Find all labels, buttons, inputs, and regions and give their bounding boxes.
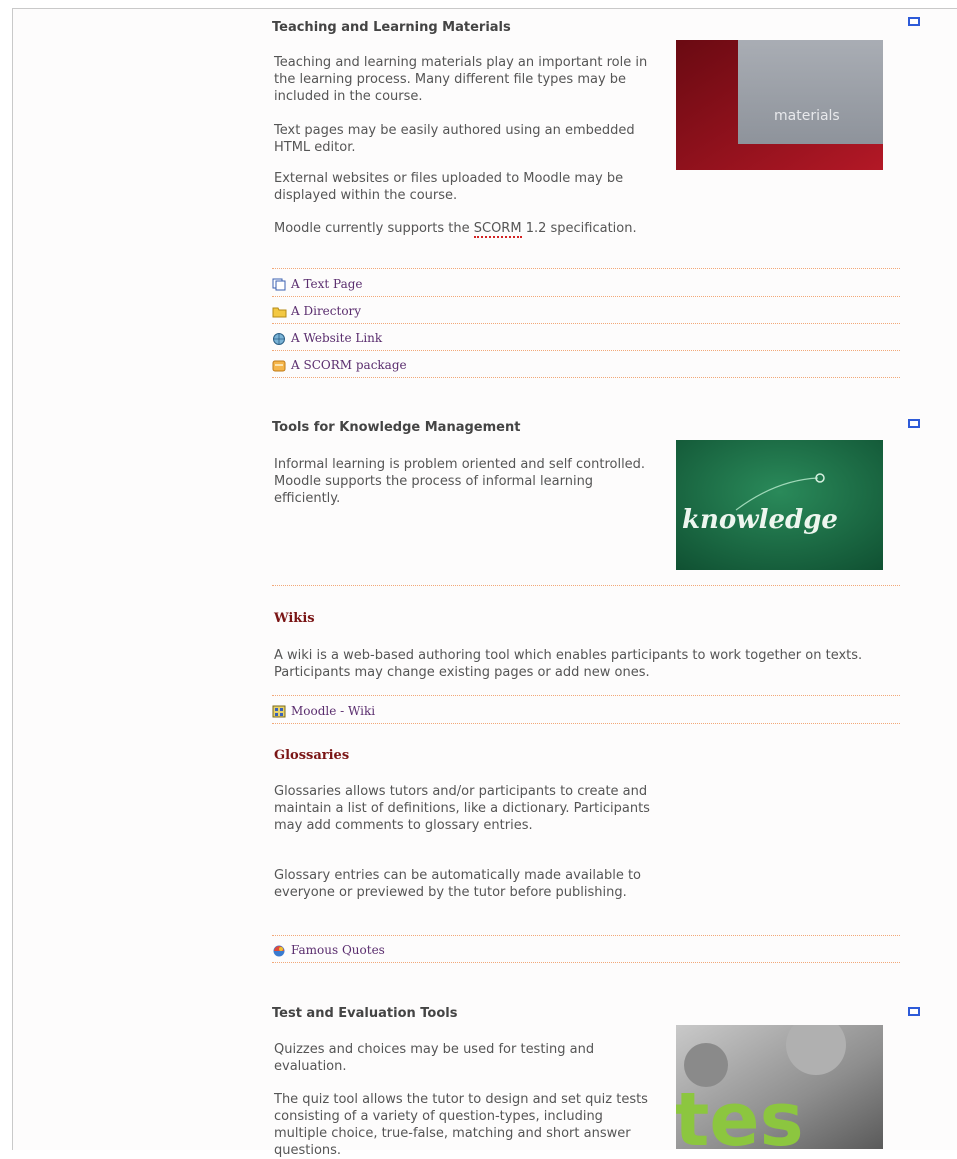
resource-label[interactable]: Famous Quotes xyxy=(291,943,385,957)
divider xyxy=(272,585,900,586)
subsection-paragraph: Glossary entries can be automatically ma… xyxy=(274,868,642,900)
section-paragraph: Text pages may be easily authored using … xyxy=(274,123,635,155)
resource-link-wiki[interactable]: Moodle - Wiki xyxy=(272,701,375,721)
spellcheck-flag: SCORM xyxy=(473,221,522,238)
resource-label[interactable]: A SCORM package xyxy=(291,358,407,372)
divider xyxy=(272,323,900,324)
divider xyxy=(272,296,900,297)
scorm-paragraph-text: Moodle currently supports the SCORM 1.2 … xyxy=(274,221,637,238)
web-link-icon xyxy=(272,332,287,345)
test-image: tes xyxy=(676,1025,883,1149)
section-title-test-evaluation: Test and Evaluation Tools xyxy=(272,1006,458,1021)
section-toggle-icon[interactable] xyxy=(908,419,920,428)
subsection-paragraph: Glossaries allows tutors and/or particip… xyxy=(274,784,650,833)
section-title-knowledge-management: Tools for Knowledge Management xyxy=(272,420,521,435)
resource-label[interactable]: Moodle - Wiki xyxy=(291,704,375,718)
divider xyxy=(272,962,900,963)
subsection-paragraph: A wiki is a web-based authoring tool whi… xyxy=(274,648,863,680)
divider xyxy=(272,268,900,269)
section-paragraph: Informal learning is problem oriented an… xyxy=(274,457,646,506)
section-toggle-icon[interactable] xyxy=(908,17,920,26)
knowledge-image: knowledge xyxy=(676,440,883,570)
scorm-package-icon xyxy=(272,359,287,372)
divider xyxy=(272,377,900,378)
materials-image: materials xyxy=(676,40,883,170)
section-paragraph: Quizzes and choices may be used for test… xyxy=(274,1042,595,1074)
section-title-teaching-materials: Teaching and Learning Materials xyxy=(272,20,511,35)
divider xyxy=(272,723,900,724)
section-paragraph: Teaching and learning materials play an … xyxy=(274,55,648,104)
resource-label[interactable]: A Directory xyxy=(291,304,361,318)
resource-link-website[interactable]: A Website Link xyxy=(272,328,382,348)
section-paragraph-scorm: Moodle currently supports the SCORM 1.2 … xyxy=(274,220,652,238)
section-paragraph: External websites or files uploaded to M… xyxy=(274,171,624,203)
folder-icon xyxy=(272,305,287,318)
knowledge-image-text: knowledge xyxy=(682,505,838,535)
resource-link-directory[interactable]: A Directory xyxy=(272,301,361,321)
subsection-title-wikis: Wikis xyxy=(274,611,315,626)
resource-label[interactable]: A Text Page xyxy=(291,277,363,291)
text-page-icon xyxy=(272,278,287,291)
glossary-icon xyxy=(272,944,287,957)
divider xyxy=(272,935,900,936)
resource-link-text-page[interactable]: A Text Page xyxy=(272,274,363,294)
materials-image-text: materials xyxy=(774,108,840,124)
test-image-text: tes xyxy=(676,1077,804,1149)
resource-label[interactable]: A Website Link xyxy=(291,331,382,345)
resource-link-scorm[interactable]: A SCORM package xyxy=(272,355,407,375)
wiki-icon xyxy=(272,705,287,718)
section-toggle-icon[interactable] xyxy=(908,1007,920,1016)
divider xyxy=(272,695,900,696)
resource-link-glossary[interactable]: Famous Quotes xyxy=(272,940,385,960)
divider xyxy=(272,350,900,351)
subsection-title-glossaries: Glossaries xyxy=(274,748,350,763)
